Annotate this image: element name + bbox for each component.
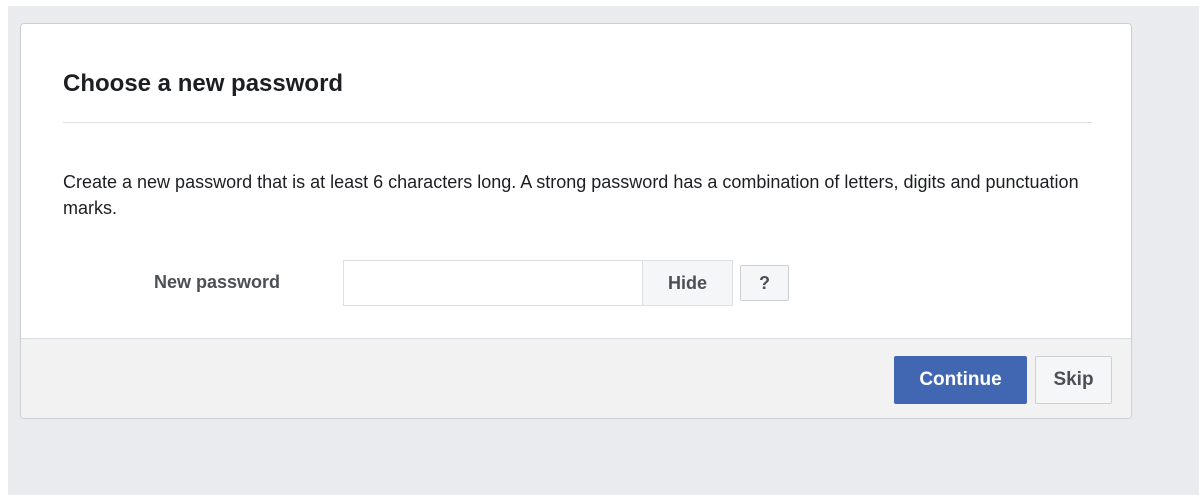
header-divider (63, 122, 1092, 123)
password-help-button[interactable]: ? (740, 265, 789, 301)
continue-button[interactable]: Continue (894, 356, 1027, 404)
dialog-footer: Continue Skip (21, 338, 1131, 418)
dialog-title: Choose a new password (63, 70, 344, 97)
hide-password-button[interactable]: Hide (642, 260, 733, 306)
new-password-input[interactable] (343, 260, 643, 306)
choose-password-dialog: Choose a new password Create a new passw… (20, 23, 1132, 419)
password-requirements-text: Create a new password that is at least 6… (63, 172, 1079, 218)
skip-button[interactable]: Skip (1035, 356, 1112, 404)
new-password-label: New password (154, 272, 281, 292)
